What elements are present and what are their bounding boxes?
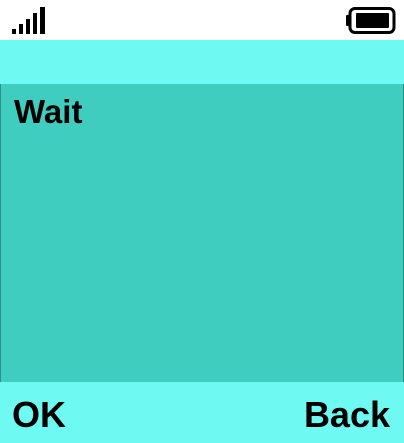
content-area: Wait <box>0 84 404 382</box>
title-bar <box>0 40 404 84</box>
phone-screen: Wait OK Back <box>0 0 404 443</box>
wait-message: Wait <box>14 93 83 130</box>
back-softkey[interactable]: Back <box>304 394 390 436</box>
signal-strength-icon <box>12 7 45 34</box>
battery-icon <box>346 7 396 34</box>
softkey-bar: OK Back <box>0 382 404 443</box>
status-bar <box>0 0 404 40</box>
ok-softkey[interactable]: OK <box>12 394 66 436</box>
